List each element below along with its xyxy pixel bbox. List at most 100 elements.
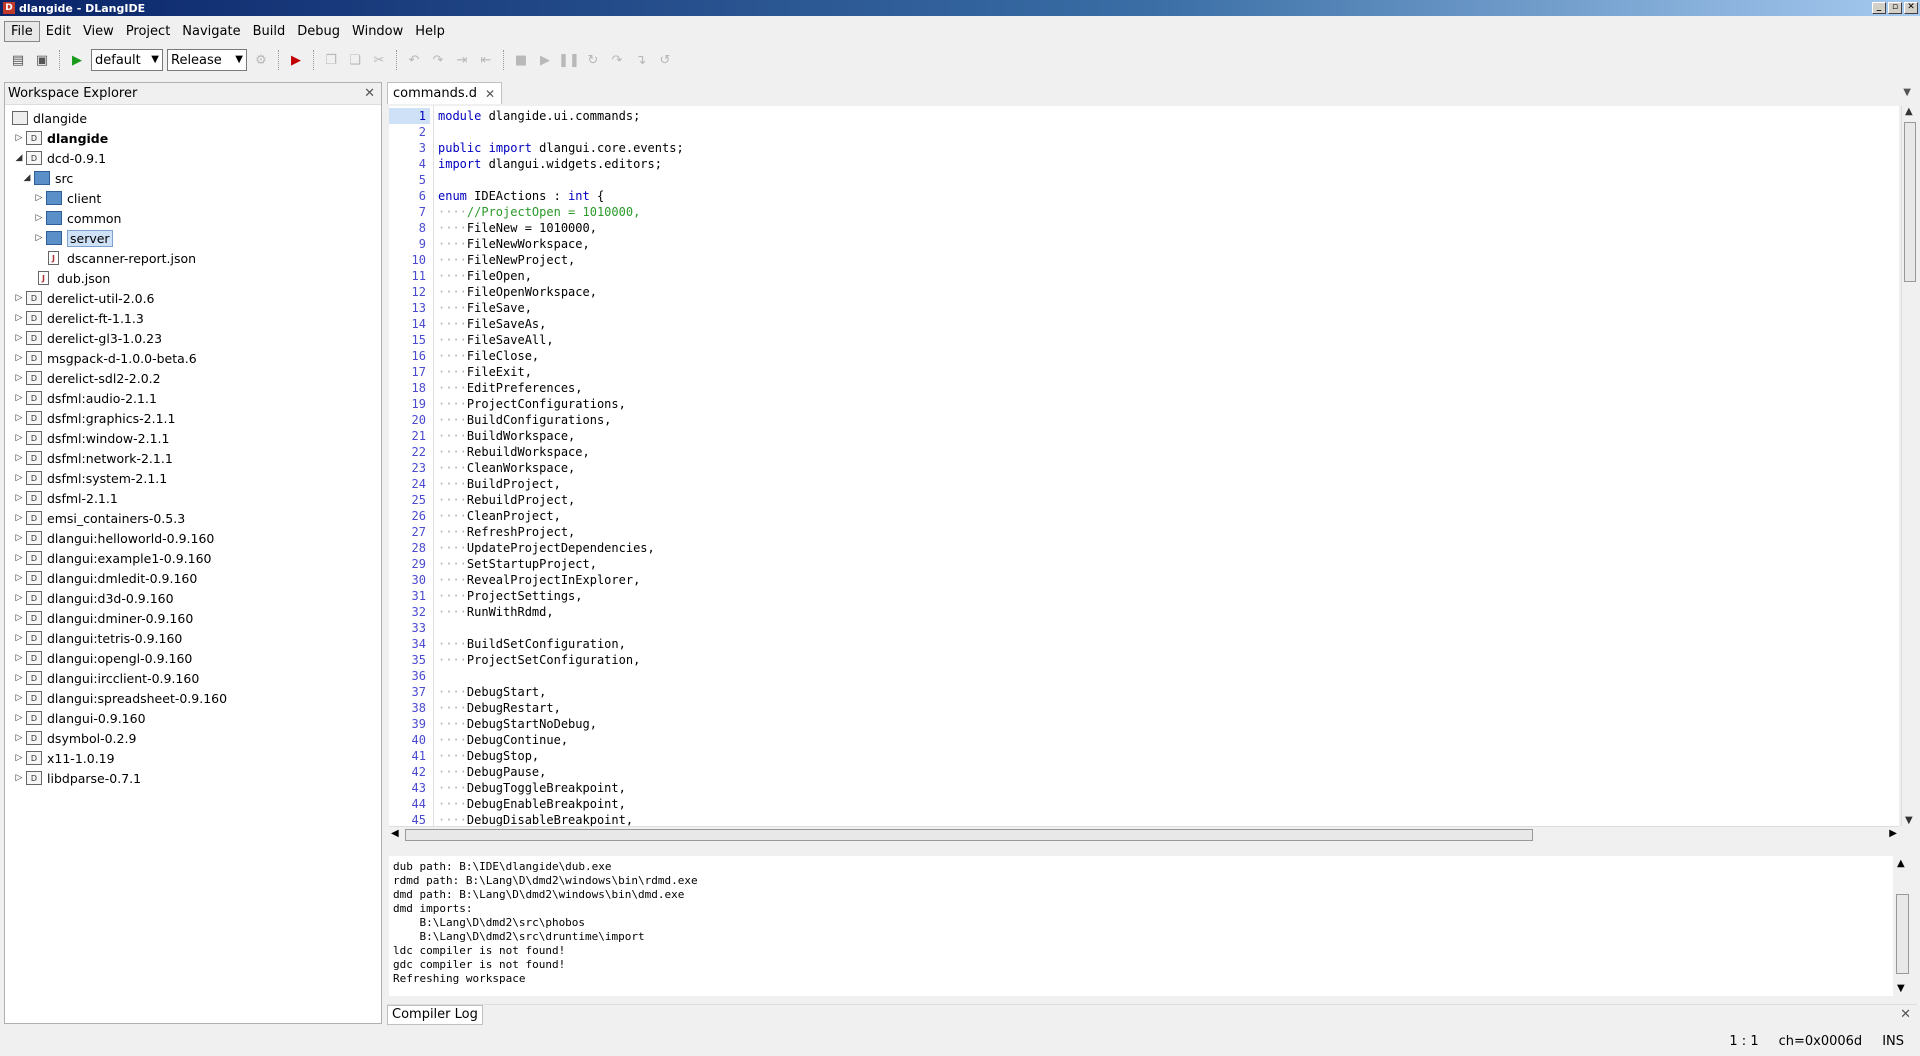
code-line[interactable]: 30 ····RevealProjectInExplorer, xyxy=(389,572,1899,588)
tree-item[interactable]: ▷ Dderelict-util-2.0.6 xyxy=(5,288,381,308)
expand-icon[interactable]: ▷ xyxy=(13,293,25,303)
expand-icon[interactable]: ▷ xyxy=(13,633,25,643)
code-line[interactable]: 14 ····FileSaveAs, xyxy=(389,316,1899,332)
code-line[interactable]: 39 ····DebugStartNoDebug, xyxy=(389,716,1899,732)
redo-icon[interactable]: ↷ xyxy=(428,50,448,70)
expand-icon[interactable]: ▷ xyxy=(13,333,25,343)
menu-file[interactable]: File xyxy=(4,20,40,42)
expand-icon[interactable]: ▷ xyxy=(13,653,25,663)
paste-icon[interactable]: ❏ xyxy=(345,50,365,70)
code-line[interactable]: 13 ····FileSave, xyxy=(389,300,1899,316)
tree-item[interactable]: ▷ Ddlangui:spreadsheet-0.9.160 xyxy=(5,688,381,708)
code-line[interactable]: 25 ····RebuildProject, xyxy=(389,492,1899,508)
code-line[interactable]: 23 ····CleanWorkspace, xyxy=(389,460,1899,476)
build-type-combo[interactable]: Release ▼ xyxy=(167,49,247,71)
tree-item[interactable]: ◢ D dcd-0.9.1 xyxy=(5,148,381,168)
tree-item[interactable]: ▷ Ddsfml:audio-2.1.1 xyxy=(5,388,381,408)
indent-icon[interactable]: ⇥ xyxy=(452,50,472,70)
tree-item[interactable]: ▷ server xyxy=(5,228,381,248)
code-line[interactable]: 1 module dlangide.ui.commands; xyxy=(389,108,1899,124)
scroll-down-icon[interactable]: ▼ xyxy=(1905,815,1913,826)
tree-item[interactable]: ▷ Ddlangui-0.9.160 xyxy=(5,708,381,728)
expand-icon[interactable]: ▷ xyxy=(13,733,25,743)
close-icon[interactable]: ✕ xyxy=(1900,1007,1911,1022)
code-line[interactable]: 5 xyxy=(389,172,1899,188)
expand-icon[interactable]: ▷ xyxy=(13,413,25,423)
expand-icon[interactable]: ▷ xyxy=(13,513,25,523)
code-line[interactable]: 34 ····BuildSetConfiguration, xyxy=(389,636,1899,652)
menu-project[interactable]: Project xyxy=(120,22,176,41)
debug-stop-icon[interactable]: ■ xyxy=(511,50,531,70)
code-line[interactable]: 18 ····EditPreferences, xyxy=(389,380,1899,396)
menu-navigate[interactable]: Navigate xyxy=(176,22,246,41)
save-icon[interactable]: ▣ xyxy=(32,50,52,70)
code-line[interactable]: 8 ····FileNew = 1010000, xyxy=(389,220,1899,236)
tree-item[interactable]: ▷ common xyxy=(5,208,381,228)
tree-item[interactable]: ▷ Ddlangui:ircclient-0.9.160 xyxy=(5,668,381,688)
open-workspace-icon[interactable]: ▤ xyxy=(8,50,28,70)
code-line[interactable]: 32 ····RunWithRdmd, xyxy=(389,604,1899,620)
menu-edit[interactable]: Edit xyxy=(40,22,77,41)
expand-icon[interactable]: ▷ xyxy=(13,713,25,723)
tree-item[interactable]: ▷ Dderelict-gl3-1.0.23 xyxy=(5,328,381,348)
close-icon[interactable]: ✕ xyxy=(364,86,375,101)
tree-item[interactable]: ▷ Dderelict-sdl2-2.0.2 xyxy=(5,368,381,388)
menu-debug[interactable]: Debug xyxy=(291,22,346,41)
expand-icon[interactable]: ▷ xyxy=(13,133,25,143)
code-line[interactable]: 15 ····FileSaveAll, xyxy=(389,332,1899,348)
tree-item[interactable]: ▷ Dlibdparse-0.7.1 xyxy=(5,768,381,788)
tree-item[interactable]: ▷ Ddsymbol-0.2.9 xyxy=(5,728,381,748)
tree-item[interactable]: ▷ Ddlangui:example1-0.9.160 xyxy=(5,548,381,568)
debug-restart-icon[interactable]: ↻ xyxy=(583,50,603,70)
code-line[interactable]: 16 ····FileClose, xyxy=(389,348,1899,364)
collapse-icon[interactable]: ◢ xyxy=(21,173,33,183)
scrollbar-thumb[interactable] xyxy=(1904,122,1916,282)
code-line[interactable]: 35 ····ProjectSetConfiguration, xyxy=(389,652,1899,668)
code-line[interactable]: 36 xyxy=(389,668,1899,684)
expand-icon[interactable]: ▷ xyxy=(13,593,25,603)
expand-icon[interactable]: ▷ xyxy=(13,673,25,683)
debug-pause-icon[interactable]: ❚❚ xyxy=(558,50,580,70)
code-line[interactable]: 29 ····SetStartupProject, xyxy=(389,556,1899,572)
tree-item[interactable]: ▷ Ddsfml:graphics-2.1.1 xyxy=(5,408,381,428)
expand-icon[interactable]: ▷ xyxy=(33,193,45,203)
expand-icon[interactable]: ▷ xyxy=(13,753,25,763)
expand-icon[interactable]: ▷ xyxy=(13,773,25,783)
compiler-log-output[interactable]: dub path: B:\IDE\dlangide\dub.exe rdmd pa… xyxy=(389,856,1901,996)
code-line[interactable]: 41 ····DebugStop, xyxy=(389,748,1899,764)
scroll-down-icon[interactable]: ▼ xyxy=(1897,983,1905,994)
scroll-right-icon[interactable]: ▶ xyxy=(1889,828,1897,839)
code-line[interactable]: 33 xyxy=(389,620,1899,636)
scroll-left-icon[interactable]: ◀ xyxy=(391,828,399,839)
tree-item[interactable]: ▷ Ddlangui:tetris-0.9.160 xyxy=(5,628,381,648)
expand-icon[interactable]: ▷ xyxy=(13,693,25,703)
code-line[interactable]: 42 ····DebugPause, xyxy=(389,764,1899,780)
tree-item[interactable]: ▷ Ddlangui:dmledit-0.9.160 xyxy=(5,568,381,588)
code-line[interactable]: 20 ····BuildConfigurations, xyxy=(389,412,1899,428)
unindent-icon[interactable]: ⇤ xyxy=(476,50,496,70)
menu-view[interactable]: View xyxy=(77,22,120,41)
code-line[interactable]: 26 ····CleanProject, xyxy=(389,508,1899,524)
configuration-combo[interactable]: default ▼ xyxy=(91,49,163,71)
expand-icon[interactable]: ▷ xyxy=(13,573,25,583)
expand-icon[interactable]: ▷ xyxy=(13,313,25,323)
tree-item[interactable]: ▷ Ddsfml-2.1.1 xyxy=(5,488,381,508)
step-into-icon[interactable]: ↴ xyxy=(631,50,651,70)
step-over-icon[interactable]: ↷ xyxy=(607,50,627,70)
code-line[interactable]: 28 ····UpdateProjectDependencies, xyxy=(389,540,1899,556)
code-line[interactable]: 6 enum IDEActions : int { xyxy=(389,188,1899,204)
expand-icon[interactable]: ▷ xyxy=(13,533,25,543)
scroll-up-icon[interactable]: ▲ xyxy=(1897,858,1905,869)
tree-item[interactable]: ▷ client xyxy=(5,188,381,208)
code-line[interactable]: 45 ····DebugDisableBreakpoint, xyxy=(389,812,1899,826)
close-icon[interactable]: ✕ xyxy=(485,87,495,101)
expand-icon[interactable]: ▷ xyxy=(13,393,25,403)
cut-icon[interactable]: ✂ xyxy=(369,50,389,70)
undo-icon[interactable]: ↶ xyxy=(404,50,424,70)
tree-item[interactable]: ▷ Ddsfml:system-2.1.1 xyxy=(5,468,381,488)
code-line[interactable]: 11 ····FileOpen, xyxy=(389,268,1899,284)
editor-horizontal-scrollbar[interactable]: ◀ ▶ xyxy=(389,826,1899,842)
menu-build[interactable]: Build xyxy=(247,22,292,41)
code-line[interactable]: 21 ····BuildWorkspace, xyxy=(389,428,1899,444)
expand-icon[interactable]: ▷ xyxy=(13,453,25,463)
